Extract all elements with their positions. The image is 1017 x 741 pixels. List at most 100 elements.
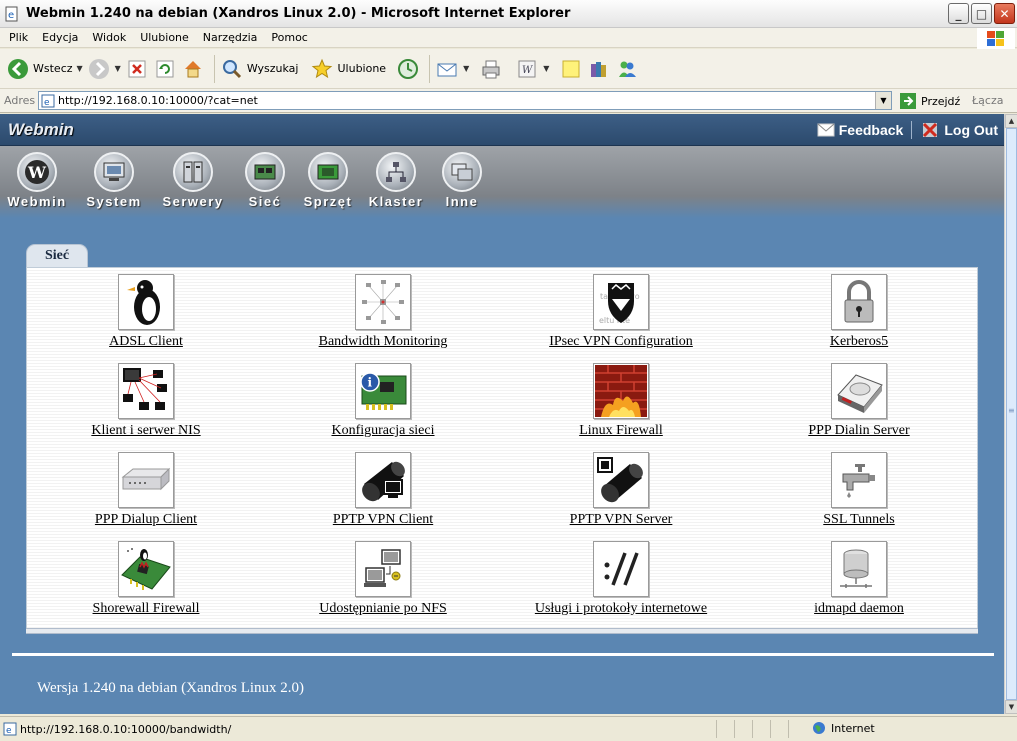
module-shorewall-firewall[interactable]: Shorewall Firewall (27, 541, 265, 617)
shorewall-icon (118, 541, 174, 597)
menu-favorites[interactable]: Ulubione (133, 31, 196, 44)
back-label: Wstecz (33, 62, 73, 75)
module-nis-client-server[interactable]: Klient i serwer NIS (27, 363, 265, 439)
scroll-up-icon[interactable]: ▲ (1005, 114, 1017, 128)
page-viewport: Webmin Feedback Log Out W Webmin System … (0, 114, 1004, 714)
favorites-button[interactable]: Ulubione (310, 53, 386, 85)
logout-link[interactable]: Log Out (920, 120, 998, 140)
module-idmapd-daemon[interactable]: idmapd daemon (740, 541, 978, 617)
version-footer: Wersja 1.240 na debian (Xandros Linux 2.… (37, 680, 305, 696)
word-doc-icon: W (515, 57, 539, 81)
module-bandwidth-monitoring[interactable]: Bandwidth Monitoring (264, 274, 502, 350)
faucet-icon (831, 452, 887, 508)
webmin-logo[interactable]: Webmin (8, 120, 74, 140)
close-button[interactable]: ✕ (994, 3, 1015, 24)
minimize-button[interactable]: _ (948, 3, 969, 24)
module-pptp-vpn-server[interactable]: PPTP VPN Server (502, 452, 740, 528)
svg-text:i: i (368, 376, 373, 390)
menu-help[interactable]: Pomoc (264, 31, 314, 44)
mail-dropdown-icon[interactable]: ▼ (463, 64, 469, 73)
tab-network[interactable]: Sieć (26, 244, 88, 267)
module-internet-services[interactable]: Usługi i protokoły internetowe (502, 541, 740, 617)
search-button[interactable]: Wyszukaj (220, 53, 299, 85)
category-system[interactable]: System (84, 152, 144, 209)
firewall-icon (593, 363, 649, 419)
module-ppp-dialup-client[interactable]: PPP Dialup Client (27, 452, 265, 528)
search-label: Wyszukaj (246, 62, 299, 75)
history-button[interactable] (396, 53, 420, 85)
messenger-button[interactable] (615, 53, 639, 85)
modem-drive-icon (831, 363, 887, 419)
svg-text:e: e (6, 726, 12, 736)
header-separator (911, 121, 913, 139)
padlock-icon (831, 274, 887, 330)
edit-button[interactable]: W ▼ (515, 53, 549, 85)
svg-text:e: e (8, 10, 14, 21)
mail-icon (435, 57, 459, 81)
module-nfs-sharing[interactable]: Udostępnianie po NFS (264, 541, 502, 617)
mail-button[interactable]: ▼ (435, 53, 469, 85)
module-ipsec-vpn[interactable]: ta vo eltu nte IPsec VPN Configuration (502, 274, 740, 350)
envelope-icon (817, 123, 835, 137)
module-ppp-dialin-server[interactable]: PPP Dialin Server (740, 363, 978, 439)
back-dropdown-icon[interactable]: ▼ (77, 64, 83, 73)
module-linux-firewall[interactable]: Linux Firewall (502, 363, 740, 439)
nfs-share-icon (355, 541, 411, 597)
module-network-config[interactable]: i Konfiguracja sieci (264, 363, 502, 439)
category-servers[interactable]: Serwery (160, 152, 226, 209)
category-other[interactable]: Inne (440, 152, 484, 209)
module-kerberos5[interactable]: Kerberos5 (740, 274, 978, 350)
window-title: Webmin 1.240 na debian (Xandros Linux 2.… (26, 6, 571, 21)
module-label: Linux Firewall (579, 423, 663, 438)
edit-dropdown-icon[interactable]: ▼ (543, 64, 549, 73)
menubar: Plik Edycja Widok Ulubione Narzędzia Pom… (0, 28, 1017, 48)
svg-text:ta: ta (600, 292, 608, 301)
cluster-icon (376, 152, 416, 192)
category-label: Serwery (162, 194, 224, 209)
logout-label: Log Out (944, 122, 998, 138)
refresh-icon (153, 57, 177, 81)
home-button[interactable] (181, 53, 205, 85)
database-icon (831, 541, 887, 597)
toolbar-separator (213, 54, 215, 83)
go-button[interactable]: Przejdź (899, 92, 960, 110)
category-label: Inne (445, 194, 479, 209)
menu-tools[interactable]: Narzędzia (196, 31, 265, 44)
menu-edit[interactable]: Edycja (35, 31, 85, 44)
category-hardware[interactable]: Sprzęt (302, 152, 354, 209)
print-button[interactable] (479, 53, 503, 85)
messenger-icon (615, 57, 639, 81)
scroll-down-icon[interactable]: ▼ (1005, 700, 1017, 714)
feedback-link[interactable]: Feedback (817, 122, 903, 138)
module-label: Kerberos5 (829, 334, 889, 349)
forward-dropdown-icon[interactable]: ▼ (115, 64, 121, 73)
back-arrow-icon (6, 57, 30, 81)
links-button[interactable]: Łącza (972, 94, 1004, 107)
module-label: Usługi i protokoły internetowe (534, 601, 708, 616)
category-network[interactable]: Sieć (244, 152, 286, 209)
refresh-button[interactable] (153, 53, 177, 85)
module-pptp-vpn-client[interactable]: PPTP VPN Client (264, 452, 502, 528)
menu-file[interactable]: Plik (2, 31, 35, 44)
module-label: idmapd daemon (814, 601, 904, 616)
maximize-button[interactable]: □ (971, 3, 992, 24)
page-status-icon: e (3, 722, 17, 736)
back-button[interactable]: Wstecz ▼ (6, 53, 83, 85)
module-ssl-tunnels[interactable]: SSL Tunnels (740, 452, 978, 528)
category-cluster[interactable]: Klaster (366, 152, 426, 209)
status-text: http://192.168.0.10:10000/bandwidth/ (20, 722, 232, 736)
module-label: Bandwidth Monitoring (318, 334, 448, 349)
research-button[interactable] (587, 53, 611, 85)
address-dropdown-icon[interactable]: ▼ (875, 92, 891, 109)
forward-button[interactable]: ▼ (87, 53, 121, 85)
module-label: PPP Dialup Client (94, 512, 198, 527)
nis-network-icon (118, 363, 174, 419)
menu-view[interactable]: Widok (85, 31, 133, 44)
note-button[interactable] (559, 53, 583, 85)
stop-button[interactable] (125, 53, 149, 85)
category-webmin[interactable]: W Webmin (6, 152, 68, 209)
module-adsl-client[interactable]: ADSL Client (27, 274, 265, 350)
address-input[interactable]: e http://192.168.0.10:10000/?cat=net ▼ (38, 91, 892, 110)
vertical-scrollbar[interactable]: ▲ ≡ ▼ (1004, 114, 1017, 714)
scroll-grip-icon: ≡ (1008, 406, 1015, 415)
